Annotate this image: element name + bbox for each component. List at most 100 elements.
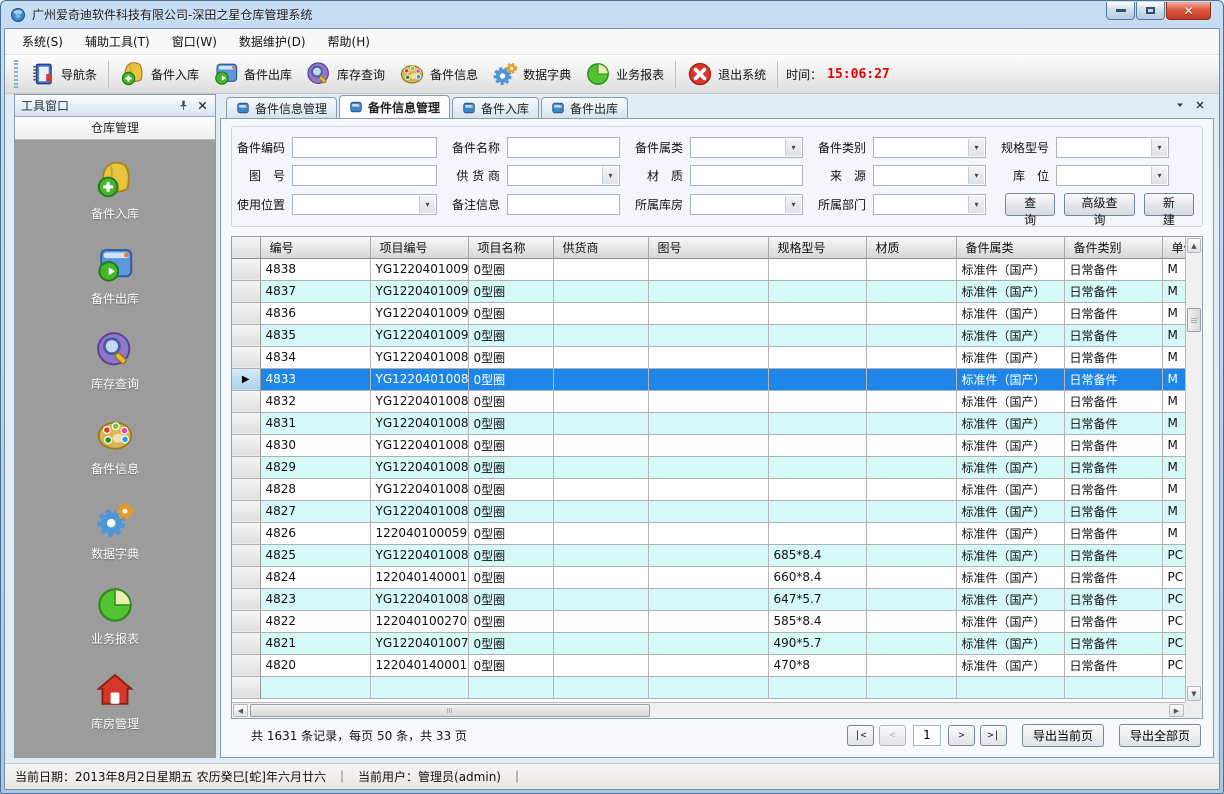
storage-bin-select[interactable]: ▾ xyxy=(1056,165,1169,186)
toolbar-grip[interactable] xyxy=(14,60,18,88)
table-row[interactable]: 4830YG122040100850型圈标准件（国产）日常备件M xyxy=(232,434,1185,456)
tab-2[interactable]: 备件入库 xyxy=(452,97,539,118)
table-row[interactable]: 4835YG122040100900型圈标准件（国产）日常备件M xyxy=(232,324,1185,346)
scroll-left-arrow-icon[interactable]: ◀ xyxy=(233,704,248,717)
toolbar-button-parts-out[interactable]: 备件出库 xyxy=(206,58,299,90)
toolbar-button-exit[interactable]: 退出系统 xyxy=(680,58,773,90)
close-button[interactable]: ✕ xyxy=(1166,2,1211,20)
toolbar-button-stock-query[interactable]: 库存查询 xyxy=(299,58,392,90)
sidebar-item-warehouse[interactable]: 库房管理 xyxy=(91,670,139,732)
part-code-input[interactable] xyxy=(292,137,437,158)
vertical-scrollbar[interactable]: ▲ ▼ xyxy=(1185,237,1202,702)
row-selector[interactable] xyxy=(232,390,260,412)
column-header-4[interactable]: 图号 xyxy=(648,237,768,258)
table-row[interactable]: 4832YG122040100870型圈标准件（国产）日常备件M xyxy=(232,390,1185,412)
column-header-3[interactable]: 供货商 xyxy=(553,237,648,258)
table-row[interactable]: 482612204010005990型圈标准件（国产）日常备件M xyxy=(232,522,1185,544)
table-row[interactable]: 482412204014000120型圈660*8.4标准件（国产）日常备件PC xyxy=(232,566,1185,588)
row-selector[interactable] xyxy=(232,566,260,588)
column-header-6[interactable]: 材质 xyxy=(866,237,956,258)
export-current-page-button[interactable]: 导出当前页 xyxy=(1022,724,1104,747)
row-selector[interactable] xyxy=(232,434,260,456)
row-selector[interactable] xyxy=(232,654,260,676)
page-number-input[interactable] xyxy=(913,725,941,746)
part-name-input[interactable] xyxy=(507,137,620,158)
row-selector[interactable] xyxy=(232,632,260,654)
toolbar-button-data-dict[interactable]: 数据字典 xyxy=(485,58,578,90)
tab-0[interactable]: 备件信息管理 xyxy=(226,97,337,118)
row-selector[interactable] xyxy=(232,324,260,346)
table-row[interactable]: 4829YG122040100840型圈标准件（国产）日常备件M xyxy=(232,456,1185,478)
column-header-0[interactable]: 编号 xyxy=(260,237,370,258)
column-header-2[interactable]: 项目名称 xyxy=(468,237,553,258)
row-selector-header[interactable] xyxy=(232,237,260,258)
first-page-button[interactable]: |< xyxy=(847,725,874,746)
menu-item-1[interactable]: 辅助工具(T) xyxy=(74,29,161,54)
sidebar-item-report[interactable]: 业务报表 xyxy=(91,585,139,647)
remark-input[interactable] xyxy=(507,194,620,215)
maximize-button[interactable] xyxy=(1136,2,1165,20)
part-class-select[interactable]: ▾ xyxy=(873,137,986,158)
menu-item-0[interactable]: 系统(S) xyxy=(11,29,74,54)
column-header-5[interactable]: 规格型号 xyxy=(768,237,866,258)
table-row[interactable]: 4828YG122040100830型圈标准件（国产）日常备件M xyxy=(232,478,1185,500)
toolbar-button-parts-info[interactable]: 备件信息 xyxy=(392,58,485,90)
row-selector[interactable] xyxy=(232,500,260,522)
sidebar-item-data-dict[interactable]: 数据字典 xyxy=(91,500,139,562)
column-header-9[interactable]: 单位 xyxy=(1162,237,1185,258)
source-select[interactable]: ▾ xyxy=(873,165,986,186)
table-row[interactable]: 482012204014000130型圈470*8标准件（国产）日常备件PC xyxy=(232,654,1185,676)
export-all-pages-button[interactable]: 导出全部页 xyxy=(1119,724,1201,747)
pin-icon[interactable] xyxy=(177,99,190,112)
table-row-selected[interactable]: ▶4833YG122040100880型圈标准件（国产）日常备件M xyxy=(232,368,1185,390)
column-header-1[interactable]: 项目编号 xyxy=(370,237,468,258)
menu-item-2[interactable]: 窗口(W) xyxy=(161,29,228,54)
row-selector[interactable] xyxy=(232,676,260,698)
column-header-7[interactable]: 备件属类 xyxy=(956,237,1064,258)
material-input[interactable] xyxy=(690,165,803,186)
sidebar-item-parts-out[interactable]: 备件出库 xyxy=(91,245,139,307)
sidebar-item-stock-query[interactable]: 库存查询 xyxy=(91,330,139,392)
tab-3[interactable]: 备件出库 xyxy=(541,97,628,118)
toolbar-button-parts-in[interactable]: 备件入库 xyxy=(113,58,206,90)
department-select[interactable]: ▾ xyxy=(873,194,986,215)
tab-1-active[interactable]: 备件信息管理 xyxy=(339,95,450,118)
query-button[interactable]: 查询 xyxy=(1005,193,1055,216)
row-selector[interactable] xyxy=(232,610,260,632)
table-row[interactable]: 4823YG122040100800型圈647*5.7标准件（国产）日常备件PC xyxy=(232,588,1185,610)
tab-close-icon[interactable] xyxy=(1194,99,1206,111)
usage-position-select[interactable]: ▾ xyxy=(292,194,437,215)
new-button[interactable]: 新建 xyxy=(1144,193,1194,216)
sidebar-item-parts-info[interactable]: 备件信息 xyxy=(91,415,139,477)
table-row[interactable]: 4836YG122040100910型圈标准件（国产）日常备件M xyxy=(232,302,1185,324)
sidebar-group-title[interactable]: 仓库管理 xyxy=(15,117,215,140)
row-selector[interactable]: ▶ xyxy=(232,368,260,390)
table-row[interactable]: 4825YG122040100810型圈685*8.4标准件（国产）日常备件PC xyxy=(232,544,1185,566)
row-selector[interactable] xyxy=(232,478,260,500)
advanced-query-button[interactable]: 高级查询 xyxy=(1064,193,1135,216)
toolbar-button-report[interactable]: 业务报表 xyxy=(578,58,671,90)
scroll-up-arrow-icon[interactable]: ▲ xyxy=(1187,238,1201,253)
panel-close-icon[interactable] xyxy=(196,99,209,112)
spec-model-select[interactable]: ▾ xyxy=(1056,137,1169,158)
minimize-button[interactable] xyxy=(1106,2,1135,20)
table-row[interactable]: 4838YG122040100930型圈标准件（国产）日常备件M xyxy=(232,258,1185,280)
table-row[interactable]: 4834YG122040100890型圈标准件（国产）日常备件M xyxy=(232,346,1185,368)
drawing-no-input[interactable] xyxy=(292,165,437,186)
row-selector[interactable] xyxy=(232,588,260,610)
horizontal-scrollbar[interactable]: ◀ ▶ xyxy=(232,702,1185,718)
table-row[interactable]: 4831YG122040100860型圈标准件（国产）日常备件M xyxy=(232,412,1185,434)
scroll-right-arrow-icon[interactable]: ▶ xyxy=(1169,704,1184,717)
row-selector[interactable] xyxy=(232,412,260,434)
column-header-8[interactable]: 备件类别 xyxy=(1064,237,1162,258)
tab-list-chevron-down-icon[interactable] xyxy=(1174,99,1186,111)
warehouse-select[interactable]: ▾ xyxy=(690,194,803,215)
row-selector[interactable] xyxy=(232,522,260,544)
vertical-scroll-thumb[interactable] xyxy=(1187,308,1201,332)
menu-item-4[interactable]: 帮助(H) xyxy=(317,29,381,54)
sidebar-item-parts-in[interactable]: 备件入库 xyxy=(91,160,139,222)
row-selector[interactable] xyxy=(232,544,260,566)
prev-page-button[interactable]: < xyxy=(879,725,906,746)
table-row-partial[interactable] xyxy=(232,676,1185,698)
table-row[interactable]: 4827YG122040100820型圈标准件（国产）日常备件M xyxy=(232,500,1185,522)
